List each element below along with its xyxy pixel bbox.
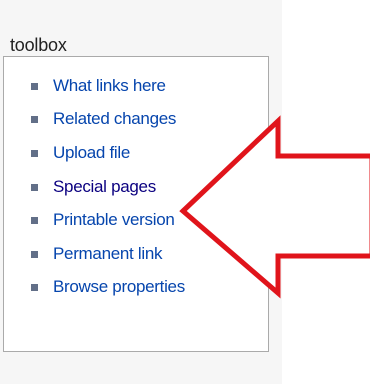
toolbox-list: What links here Related changes Upload f… <box>4 69 268 304</box>
permanent-link-link[interactable]: Permanent link <box>53 244 163 264</box>
bullet-icon <box>31 116 38 124</box>
toolbox-item-browse-properties: Browse properties <box>4 271 268 305</box>
bullet-icon <box>31 250 38 258</box>
printable-version-link[interactable]: Printable version <box>53 210 175 230</box>
toolbox-item-what-links-here: What links here <box>4 69 268 103</box>
bullet-icon <box>31 82 38 90</box>
bullet-icon <box>31 183 38 191</box>
toolbox-item-upload-file: Upload file <box>4 136 268 170</box>
toolbox-item-printable-version: Printable version <box>4 203 268 237</box>
bullet-icon <box>31 284 38 292</box>
what-links-here-link[interactable]: What links here <box>53 76 166 96</box>
toolbox-item-special-pages: Special pages <box>4 170 268 204</box>
bullet-icon <box>31 217 38 225</box>
bullet-icon <box>31 149 38 157</box>
toolbox-item-related-changes: Related changes <box>4 103 268 137</box>
related-changes-link[interactable]: Related changes <box>53 109 176 129</box>
toolbox-item-permanent-link: Permanent link <box>4 237 268 271</box>
toolbox-box: What links here Related changes Upload f… <box>3 56 269 352</box>
screenshot-stage: toolbox What links here Related changes … <box>0 0 370 384</box>
special-pages-link[interactable]: Special pages <box>53 177 156 197</box>
browse-properties-link[interactable]: Browse properties <box>53 277 185 297</box>
toolbox-heading: toolbox <box>10 35 67 55</box>
upload-file-link[interactable]: Upload file <box>53 143 130 163</box>
